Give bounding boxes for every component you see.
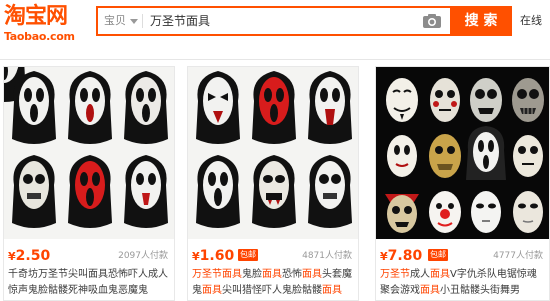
sales-count: 4871人付款 [302,251,352,261]
nav-link[interactable]: 在线 [520,12,542,28]
search-type-label: 宝贝 [104,14,126,27]
free-shipping-badge: 包邮 [238,249,258,261]
keyword-highlight: 面具 [430,269,450,280]
product-card[interactable]: ¥1.60 包邮 4871人付款 万圣节面具鬼脸面具恐怖面具头套魔鬼面具尖叫猎怪… [187,66,359,301]
logo-english: Taobao.com [4,30,75,43]
product-image[interactable] [188,67,358,239]
search-type-dropdown[interactable]: 宝贝 [104,8,138,34]
title-text: 尖叫猎怪吓人鬼脸骷髅 [222,285,322,296]
divider [142,14,143,28]
title-text: 小丑骷髅头街舞男 [440,285,520,296]
keyword-highlight: 万圣节 [380,269,410,280]
title-text: 千奇坊万圣节尖叫面具恐怖吓人成人 [8,269,168,280]
sales-count: 4777人付款 [493,251,543,261]
search-button[interactable]: 搜 索 [450,6,512,36]
title-text: 恐怖 [282,269,302,280]
free-shipping-badge: 包邮 [428,249,448,261]
product-image[interactable] [4,67,174,239]
title-text: 成人 [410,269,430,280]
product-card[interactable]: ¥7.80 包邮 4777人付款 万圣节成人面具V字仇杀队电锯惊魂聚会游戏面具小… [375,66,550,301]
keyword-highlight: 万圣节面具 [192,269,242,280]
title-text: 会游戏 [390,285,420,296]
keyword-highlight: 面具 [322,285,342,296]
product-image[interactable] [376,67,549,239]
price-row: ¥1.60 包邮 4871人付款 [188,245,358,265]
product-price: ¥1.60 [192,248,235,264]
search-input[interactable] [150,8,410,34]
product-price: ¥7.80 [380,248,423,264]
search-bar: 宝贝 搜 索 [96,6,512,36]
product-card[interactable]: ¥2.50 2097人付款 千奇坊万圣节尖叫面具恐怖吓人成人惊声鬼脸骷髅死神吸血… [3,66,175,301]
title-text: 鬼脸 [242,269,262,280]
price-row: ¥2.50 2097人付款 [4,245,174,265]
chevron-down-icon [130,18,138,24]
keyword-highlight: 面具 [302,269,322,280]
logo-chinese: 淘宝网 [4,4,68,29]
product-title[interactable]: 千奇坊万圣节尖叫面具恐怖吓人成人惊声鬼脸骷髅死神吸血鬼恶魔鬼 [8,267,174,299]
header: 淘宝网 Taobao.com 宝贝 搜 索 在线 [0,0,550,60]
sales-count: 2097人付款 [118,251,168,261]
camera-icon[interactable] [422,13,442,29]
taobao-logo[interactable]: 淘宝网 Taobao.com [4,4,90,46]
product-title[interactable]: 万圣节面具鬼脸面具恐怖面具头套魔鬼面具尖叫猎怪吓人鬼脸骷髅面具 [192,267,358,299]
keyword-highlight: 面具 [202,285,222,296]
product-title[interactable]: 万圣节成人面具V字仇杀队电锯惊魂聚会游戏面具小丑骷髅头街舞男 [380,267,546,299]
product-price: ¥2.50 [8,248,51,264]
title-text: 惊声鬼脸骷髅死神吸血鬼恶魔鬼 [8,285,148,296]
keyword-highlight: 面具 [420,285,440,296]
price-row: ¥7.80 包邮 4777人付款 [376,245,549,265]
keyword-highlight: 面具 [262,269,282,280]
